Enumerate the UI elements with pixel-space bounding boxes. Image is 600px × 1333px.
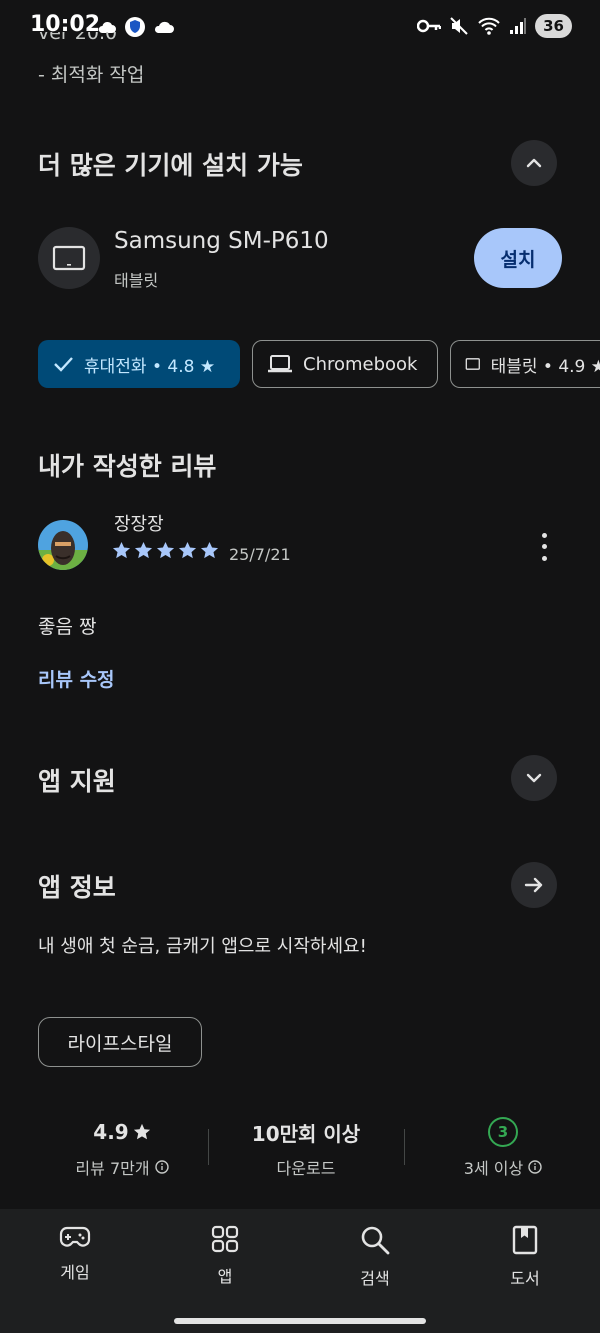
app-support-title: 앱 지원 xyxy=(38,767,116,796)
cloud-icon xyxy=(154,21,174,33)
device-type: 태블릿 xyxy=(114,271,159,290)
rating-value: 4.9 xyxy=(93,1120,129,1144)
category-chip[interactable]: 라이프스타일 xyxy=(38,1017,202,1067)
apps-grid-icon xyxy=(211,1225,239,1253)
age-rating-stat[interactable]: 3 3세 이상 xyxy=(408,1115,598,1179)
age-label: 3세 이상 xyxy=(463,1159,524,1178)
gamepad-icon xyxy=(59,1226,91,1247)
more-devices-title: 더 많은 기기에 설치 가능 xyxy=(38,151,303,180)
home-indicator[interactable] xyxy=(174,1318,426,1324)
status-bar: 10:02 36 xyxy=(0,0,600,56)
nav-item-apps[interactable]: 앱 xyxy=(170,1225,280,1287)
bottom-nav: 게임 앱 검색 도서 xyxy=(0,1209,600,1333)
laptop-icon xyxy=(268,355,292,373)
nav-label: 검색 xyxy=(360,1269,390,1288)
nav-item-search[interactable]: 검색 xyxy=(320,1225,430,1289)
review-date: 25/7/21 xyxy=(229,545,291,564)
reviewer-name: 장장장 xyxy=(114,514,164,535)
nav-item-books[interactable]: 도서 xyxy=(470,1225,580,1289)
tablet-icon xyxy=(465,358,480,370)
star-icon xyxy=(200,541,219,559)
signal-icon xyxy=(510,18,527,34)
wifi-icon xyxy=(478,17,500,35)
review-text: 좋음 짱 xyxy=(38,616,97,638)
mute-icon xyxy=(450,17,468,35)
info-icon xyxy=(528,1160,542,1174)
star-icon xyxy=(112,541,131,559)
star-icon xyxy=(156,541,175,559)
downloads-value: 10만회 이상 xyxy=(251,1121,361,1146)
star-icon xyxy=(134,541,153,559)
app-info-button[interactable] xyxy=(511,862,557,908)
rating-stat[interactable]: 4.9 리뷰 7만개 xyxy=(27,1115,217,1179)
device-name: Samsung SM-P610 xyxy=(114,228,329,254)
edit-review-link[interactable]: 리뷰 수정 xyxy=(38,665,115,692)
chip-chromebook[interactable]: Chromebook xyxy=(252,340,438,388)
cloud-icon xyxy=(98,21,116,33)
nav-label: 도서 xyxy=(510,1269,540,1288)
chip-label: 휴대전화 • 4.8 ★ xyxy=(84,356,216,377)
rating-label: 리뷰 7만개 xyxy=(75,1159,150,1178)
downloads-label: 다운로드 xyxy=(276,1159,336,1178)
battery-indicator: 36 xyxy=(535,14,572,38)
device-icon-container xyxy=(38,227,100,289)
chip-label: 태블릿 • 4.9 ★ xyxy=(490,356,600,377)
divider xyxy=(208,1129,209,1165)
app-info-title: 앱 정보 xyxy=(38,873,116,902)
tablet-icon xyxy=(52,245,86,271)
more-options-button[interactable] xyxy=(532,530,556,564)
changelog-text: - 최적화 작업 xyxy=(38,64,145,86)
divider xyxy=(404,1129,405,1165)
book-icon xyxy=(512,1225,538,1255)
arrow-right-icon xyxy=(524,877,543,893)
shield-icon xyxy=(125,17,145,37)
check-icon xyxy=(54,357,73,372)
more-vert-icon xyxy=(541,533,547,539)
install-button[interactable]: 설치 xyxy=(474,228,562,288)
star-rating xyxy=(112,541,219,560)
key-icon xyxy=(417,19,442,33)
chip-label: Chromebook xyxy=(303,353,418,375)
age-rating-badge: 3 xyxy=(488,1117,518,1147)
star-icon xyxy=(133,1123,150,1140)
nav-label: 게임 xyxy=(60,1263,90,1282)
nav-label: 앱 xyxy=(217,1267,233,1286)
app-description: 내 생애 첫 순금, 금캐기 앱으로 시작하세요! xyxy=(38,936,367,957)
app-stats: 4.9 리뷰 7만개 10만회 이상 다운로드 3 3세 이상 xyxy=(0,1115,600,1185)
chevron-down-icon xyxy=(526,773,542,783)
downloads-stat: 10만회 이상 다운로드 xyxy=(211,1115,401,1179)
expand-button[interactable] xyxy=(511,755,557,801)
collapse-button[interactable] xyxy=(511,140,557,186)
info-icon xyxy=(154,1160,169,1174)
chip-phone[interactable]: 휴대전화 • 4.8 ★ xyxy=(38,340,240,388)
chip-tablet[interactable]: 태블릿 • 4.9 ★ xyxy=(450,340,600,388)
star-icon xyxy=(178,541,197,559)
nav-item-games[interactable]: 게임 xyxy=(20,1225,130,1283)
chevron-up-icon xyxy=(526,158,542,168)
avatar xyxy=(38,520,88,570)
my-review-title: 내가 작성한 리뷰 xyxy=(38,452,217,481)
search-icon xyxy=(361,1226,390,1255)
